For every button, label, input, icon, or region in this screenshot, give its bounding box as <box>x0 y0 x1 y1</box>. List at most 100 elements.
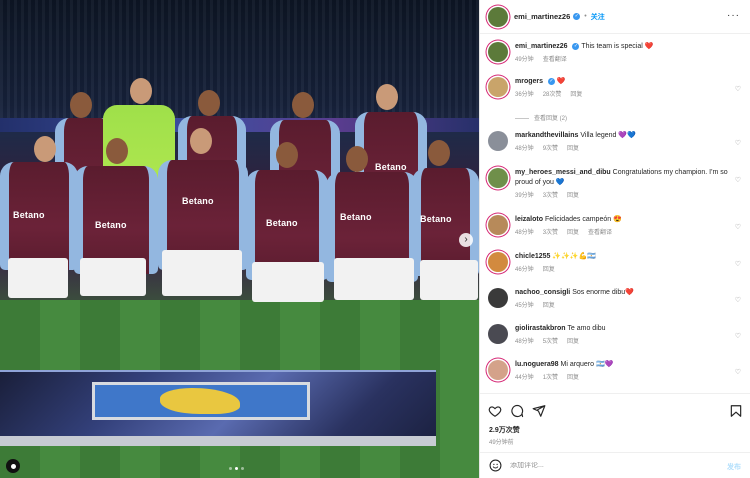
translate-link[interactable]: 查看翻译 <box>588 230 612 236</box>
comment-username[interactable]: lu.noguera98 <box>515 361 559 368</box>
player-head <box>346 146 368 172</box>
author-avatar[interactable] <box>488 42 508 62</box>
comment-username[interactable]: markandthevillains <box>515 132 578 139</box>
comment-item: giolirastakbron Te amo dibu 48分钟 5次赞 回复 ♡ <box>488 324 743 345</box>
comment-likes[interactable]: 5次赞 <box>543 339 558 345</box>
carousel-dot <box>241 467 244 470</box>
comment-time: 48分钟 <box>515 339 534 345</box>
reply-button[interactable]: 回复 <box>567 339 579 345</box>
player-shorts <box>252 262 324 302</box>
commenter-avatar[interactable] <box>488 288 508 308</box>
comment-like-heart-icon[interactable]: ♡ <box>735 296 741 304</box>
comment-emoji: 🇦🇷💜 <box>595 361 614 368</box>
post-side-panel: emi_martinez26 ✓ • 关注 ··· emi_martinez26… <box>479 0 750 478</box>
comment-like-heart-icon[interactable]: ♡ <box>735 85 741 93</box>
share-icon[interactable] <box>532 404 546 418</box>
post-time: 49分钟前 <box>489 440 514 446</box>
author-username[interactable]: emi_martinez26 <box>514 12 570 21</box>
comment-time: 48分钟 <box>515 146 534 152</box>
comment-time: 36分钟 <box>515 92 534 98</box>
comment-username[interactable]: mrogers <box>515 78 543 85</box>
player-head <box>198 90 220 116</box>
shirt-sponsor: Betano <box>95 220 127 230</box>
comment-likes[interactable]: 9次赞 <box>543 146 558 152</box>
player-head <box>130 78 152 104</box>
reply-button[interactable]: 回复 <box>567 146 579 152</box>
commenter-avatar[interactable] <box>488 168 508 188</box>
comment-like-heart-icon[interactable]: ♡ <box>735 139 741 147</box>
comment-like-heart-icon[interactable]: ♡ <box>735 368 741 376</box>
reply-button[interactable]: 回复 <box>543 267 555 273</box>
comment-likes[interactable]: 1次赞 <box>543 375 558 381</box>
caption-time: 49分钟 <box>515 57 534 63</box>
more-icon[interactable]: ··· <box>727 11 740 21</box>
commenter-avatar[interactable] <box>488 252 508 272</box>
comment-username[interactable]: giolirastakbron <box>515 325 566 332</box>
shirt-sponsor: Betano <box>420 214 452 224</box>
next-arrow-icon[interactable]: › <box>459 233 473 247</box>
player-head <box>428 140 450 166</box>
emoji-icon[interactable] <box>489 459 502 472</box>
player-head <box>34 136 56 162</box>
commenter-avatar[interactable] <box>488 131 508 151</box>
comment-emoji: 😍 <box>613 216 622 223</box>
caption-emoji: ❤️ <box>644 43 654 50</box>
comment-item: mrogers ✓ ❤️ 36分钟 28次赞 回复 ♡ <box>488 77 743 98</box>
podium-edge <box>0 436 436 446</box>
comment-like-heart-icon[interactable]: ♡ <box>735 260 741 268</box>
player-head <box>376 84 398 110</box>
comment-likes[interactable]: 28次赞 <box>543 92 562 98</box>
comment-input[interactable] <box>510 462 710 469</box>
comment-username[interactable]: my_heroes_messi_and_dibu <box>515 169 611 176</box>
comment-emoji: ❤️ <box>625 289 634 296</box>
follow-button[interactable]: 关注 <box>591 12 605 22</box>
comment-time: 44分钟 <box>515 375 534 381</box>
comment-text: Sos enorme dibu <box>572 289 626 296</box>
commenter-avatar[interactable] <box>488 360 508 380</box>
reply-button[interactable]: 回复 <box>570 92 582 98</box>
carousel-dot-active <box>235 467 238 470</box>
comment-text: Felicidades campeón <box>544 216 612 223</box>
reply-button[interactable]: 回复 <box>567 193 579 199</box>
action-bar <box>480 393 750 425</box>
comment-time: 45分钟 <box>515 303 534 309</box>
reply-button[interactable]: 回复 <box>567 230 579 236</box>
comment-item: chicle1255 ✨✨✨💪🇦🇷 46分钟 回复 ♡ <box>488 252 743 273</box>
author-avatar[interactable] <box>488 6 508 27</box>
reply-button[interactable]: 回复 <box>567 375 579 381</box>
view-replies-link[interactable]: 查看回复 (2) <box>515 113 567 122</box>
like-count[interactable]: 2.9万次赞 <box>489 425 520 435</box>
save-icon[interactable] <box>729 404 743 418</box>
comment-time: 46分钟 <box>515 267 534 273</box>
comment-username[interactable]: chicle1255 <box>515 253 550 260</box>
player-shorts <box>420 260 478 300</box>
commenter-avatar[interactable] <box>488 215 508 235</box>
reply-button[interactable]: 回复 <box>543 303 555 309</box>
comment-username[interactable]: leizaloto <box>515 216 543 223</box>
post-photo[interactable]: Betano Betano Betano Betano Betano Betan… <box>0 0 479 478</box>
comment-icon[interactable] <box>510 404 524 418</box>
comment-text: Villa legend <box>580 132 617 139</box>
post-comment-button[interactable]: 发布 <box>727 462 741 472</box>
comment-emoji: 💙 <box>555 179 565 186</box>
tag-icon[interactable] <box>6 459 20 473</box>
heart-icon[interactable] <box>488 404 502 418</box>
comment-item: my_heroes_messi_and_dibu Congratulations… <box>488 168 743 199</box>
comment-likes[interactable]: 3次赞 <box>543 193 558 199</box>
commenter-avatar[interactable] <box>488 324 508 344</box>
comment-composer: 发布 <box>480 452 750 478</box>
translate-link[interactable]: 查看翻译 <box>543 57 567 63</box>
comment-like-heart-icon[interactable]: ♡ <box>735 223 741 231</box>
comment-username[interactable]: nachoo_consigli <box>515 289 570 296</box>
separator-dot: • <box>584 13 587 20</box>
caption-username[interactable]: emi_martinez26 <box>515 43 568 50</box>
instagram-post-view: Betano Betano Betano Betano Betano Betan… <box>0 0 750 478</box>
post-header: emi_martinez26 ✓ • 关注 ··· <box>480 0 750 34</box>
comment-like-heart-icon[interactable]: ♡ <box>735 176 741 184</box>
player-head <box>106 138 128 164</box>
commenter-avatar[interactable] <box>488 77 508 97</box>
comment-likes[interactable]: 3次赞 <box>543 230 558 236</box>
comment-item: markandthevillains Villa legend 💜💙 48分钟 9… <box>488 131 743 152</box>
comment-like-heart-icon[interactable]: ♡ <box>735 332 741 340</box>
caption: emi_martinez26 ✓ This team is special ❤️… <box>488 42 743 63</box>
